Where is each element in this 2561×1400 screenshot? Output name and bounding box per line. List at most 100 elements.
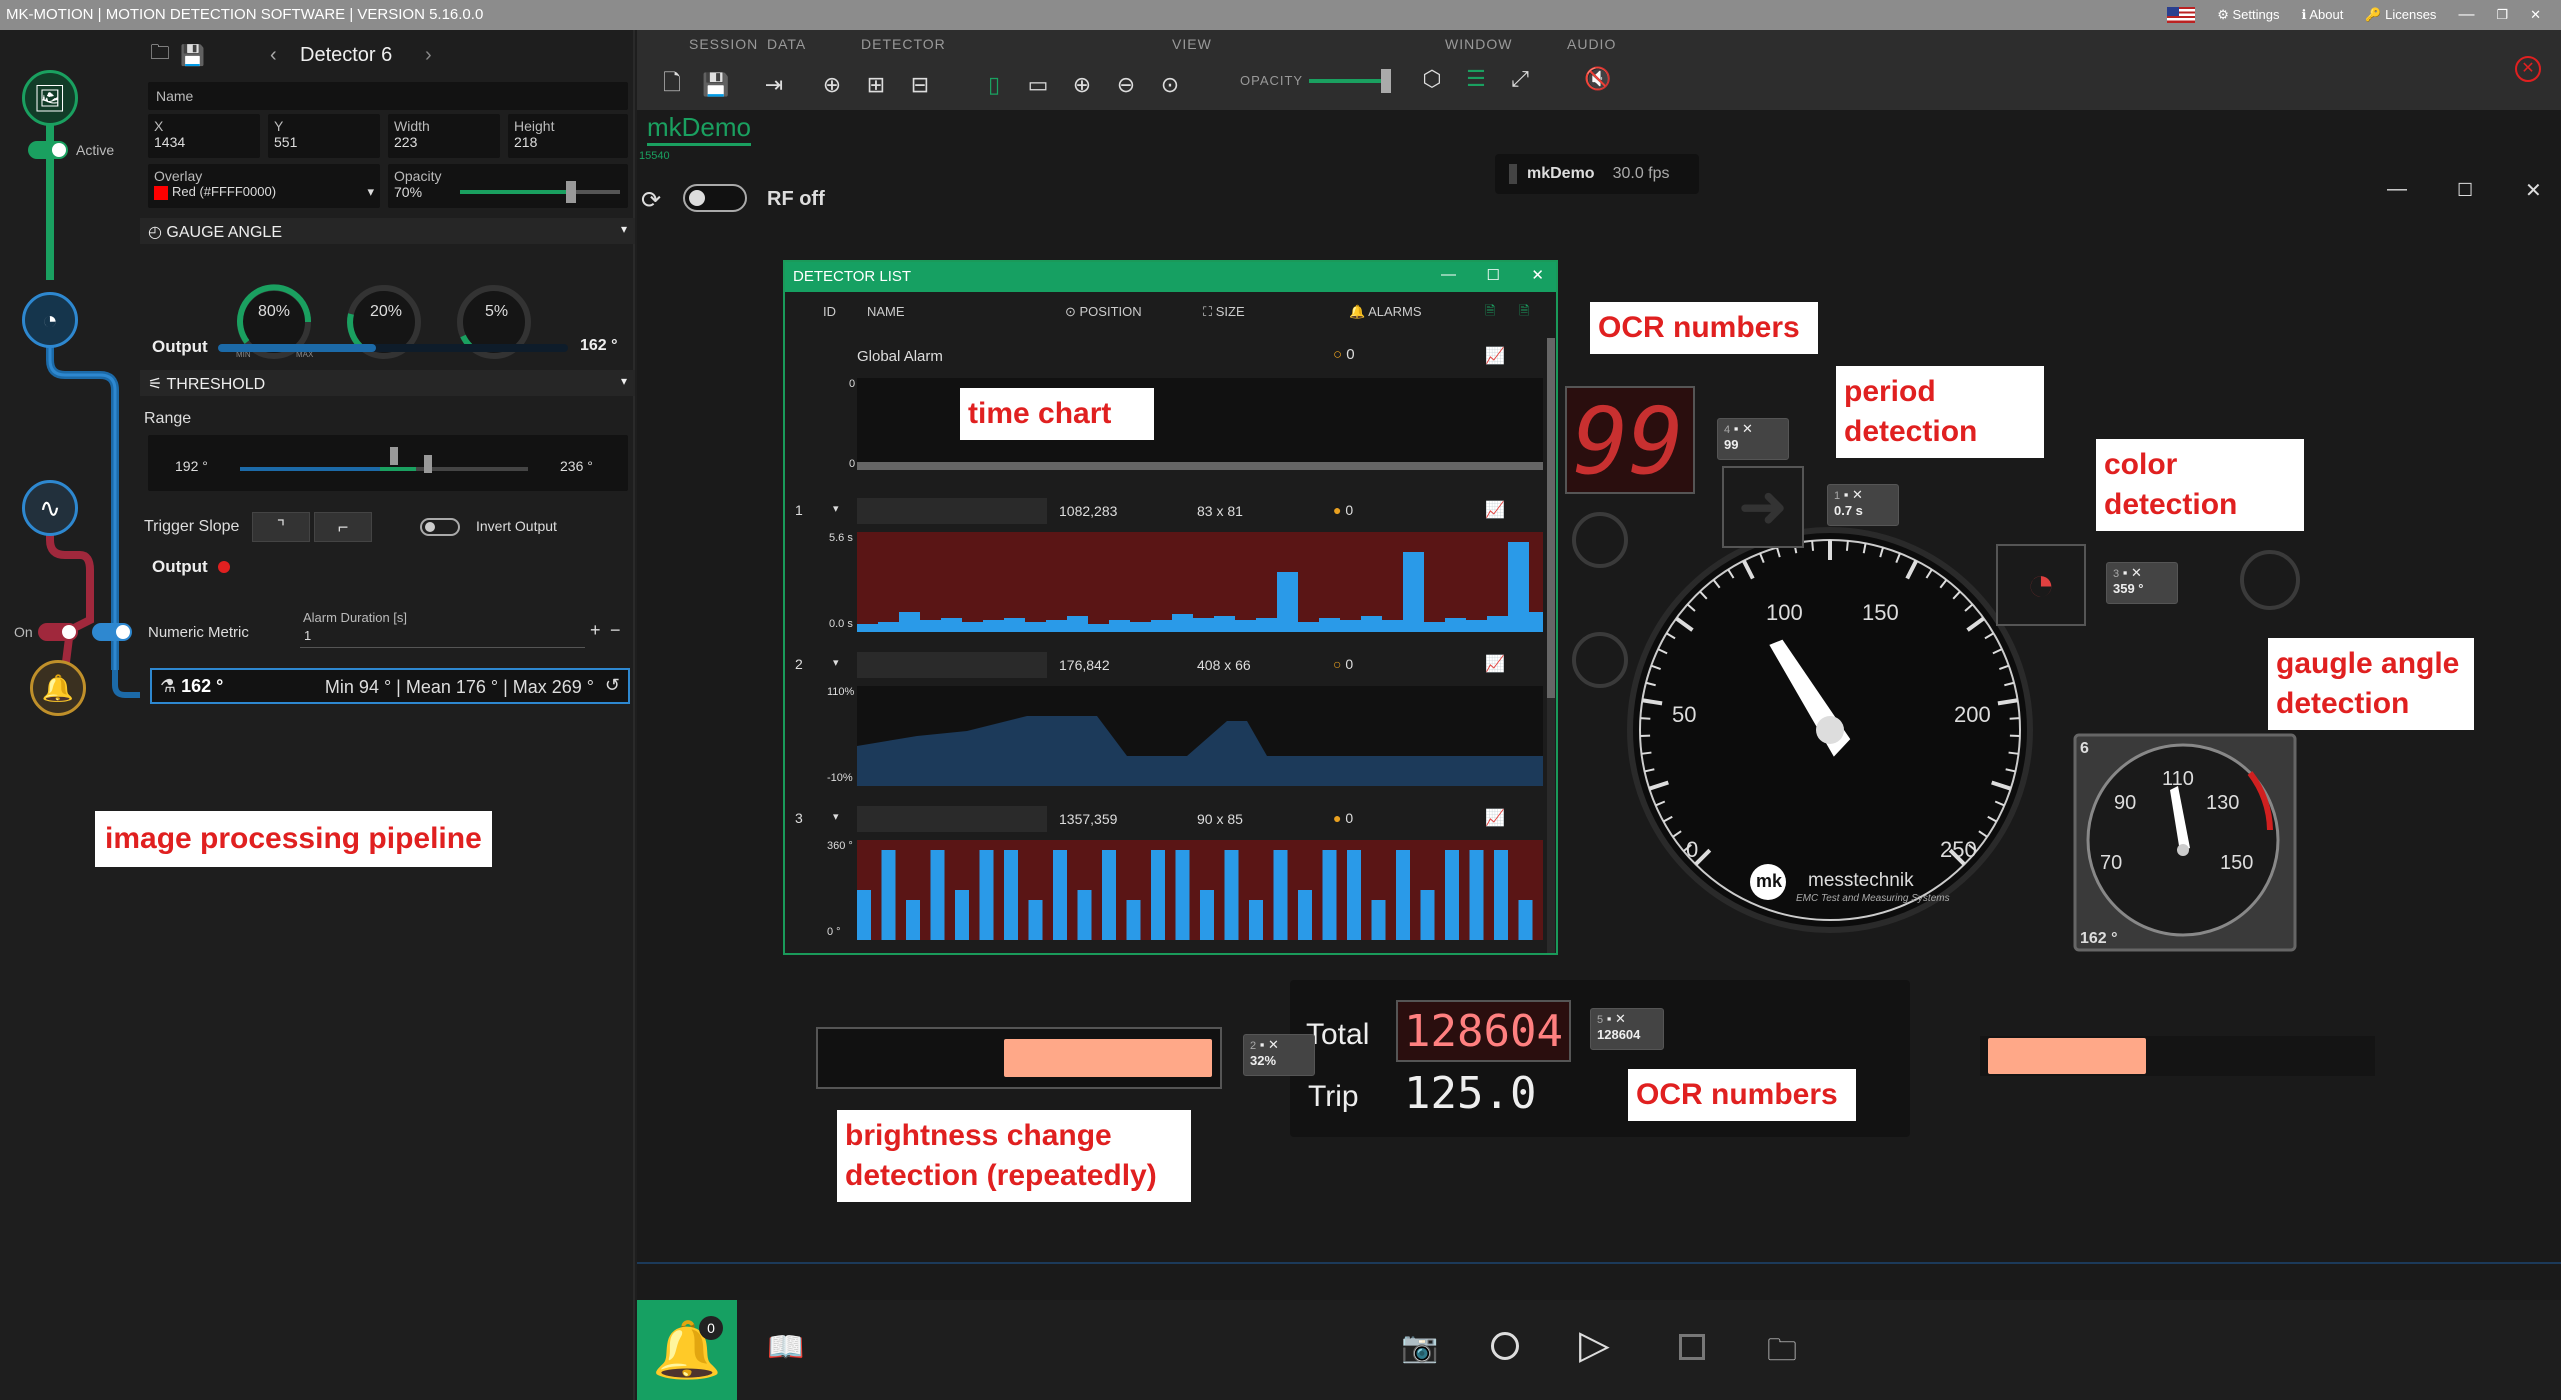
frame-counter: 15540: [639, 150, 670, 162]
book-icon[interactable]: 📖: [767, 1330, 804, 1365]
rf-toggle[interactable]: [683, 184, 747, 212]
row2-name-input[interactable]: [857, 652, 1047, 678]
threshold-header[interactable]: ⚟ THRESHOLD ▾: [140, 370, 635, 396]
detector-list-titlebar[interactable]: DETECTOR LIST — ☐ ✕: [785, 262, 1556, 292]
opacity-slider[interactable]: [460, 181, 620, 203]
3d-cube-icon[interactable]: ⬡: [1417, 66, 1447, 92]
export-all-icon[interactable]: 🗎: [1519, 302, 1529, 324]
zoom-in-icon[interactable]: ⊕: [1067, 72, 1097, 98]
x-field[interactable]: X 1434: [148, 114, 260, 158]
new-session-icon[interactable]: 🗋: [657, 66, 687, 104]
source-node-icon[interactable]: 🖼: [22, 70, 78, 126]
gauge-settings-dials[interactable]: [230, 278, 570, 368]
row3-expand-icon[interactable]: ▾: [833, 810, 839, 823]
overlay-select[interactable]: Overlay Red (#FFFF0000) ▾: [148, 164, 380, 208]
row2-chart-icon[interactable]: 📈: [1485, 654, 1505, 674]
reset-icon[interactable]: ↺: [605, 675, 620, 696]
range-slider[interactable]: [240, 447, 528, 473]
flag-icon[interactable]: [2167, 7, 2196, 23]
threshold-node-icon[interactable]: ∿: [22, 480, 78, 536]
row1-name-input[interactable]: [857, 498, 1047, 524]
video-close-icon[interactable]: ✕: [2525, 178, 2542, 203]
chart-icon[interactable]: 📈: [1485, 346, 1505, 366]
session-tab[interactable]: mkDemo: [647, 112, 752, 146]
zoom-out-icon[interactable]: ⊖: [1111, 72, 1141, 98]
about-button[interactable]: ℹ About: [2301, 7, 2343, 23]
save-icon[interactable]: 💾: [180, 43, 270, 68]
plus-icon[interactable]: +: [590, 620, 601, 641]
zoom-fit-icon[interactable]: ⊙: [1155, 72, 1185, 98]
close-icon[interactable]: ✕: [2131, 565, 2142, 580]
sidebar-view-icon[interactable]: ▯: [979, 72, 1009, 98]
panel-maximize-icon[interactable]: ☐: [1487, 266, 1500, 284]
alarm-node-icon[interactable]: 🔔: [30, 660, 86, 716]
row1-chart-icon[interactable]: 📈: [1485, 500, 1505, 520]
row3-size: 90 x 85: [1197, 811, 1243, 827]
play-icon[interactable]: ▷: [1579, 1322, 1610, 1368]
open-folder-icon[interactable]: 🗀: [1767, 1328, 1797, 1379]
badge-2[interactable]: 2 ▪ ✕ 32%: [1243, 1034, 1315, 1076]
collapse-icon[interactable]: ▾: [621, 222, 627, 236]
minus-icon[interactable]: −: [610, 620, 621, 641]
next-detector-icon[interactable]: ›: [425, 44, 432, 67]
collapse-icon[interactable]: ▾: [621, 374, 627, 388]
snapshot-icon[interactable]: 📷: [1401, 1330, 1438, 1365]
prev-detector-icon[interactable]: ‹: [270, 44, 300, 67]
close-icon[interactable]: ✕: [2530, 7, 2541, 23]
add-detector-icon[interactable]: ⊕: [817, 72, 847, 98]
row2-expand-icon[interactable]: ▾: [833, 656, 839, 669]
falling-slope-button[interactable]: ⌝: [252, 512, 310, 542]
list-icon[interactable]: ☰: [1461, 66, 1491, 92]
active-toggle[interactable]: [28, 141, 68, 159]
remove-detector-icon[interactable]: ⊟: [905, 72, 935, 98]
camera-chip[interactable]: mkDemo 30.0 fps: [1495, 154, 1699, 194]
close-icon[interactable]: ✕: [1742, 421, 1753, 436]
badge-4[interactable]: 4 ▪ ✕ 99: [1717, 418, 1789, 460]
invert-toggle[interactable]: [420, 518, 460, 536]
frame-view-icon[interactable]: ▭: [1023, 72, 1053, 98]
alarm-bell-button[interactable]: 🔔: [637, 1300, 737, 1400]
close-icon[interactable]: ✕: [1852, 487, 1863, 502]
close-session-icon[interactable]: ✕: [2515, 56, 2541, 82]
panel-minimize-icon[interactable]: —: [1441, 266, 1456, 283]
gauge-node-icon[interactable]: ◔: [22, 292, 78, 348]
mute-icon[interactable]: 🔇: [1583, 66, 1613, 92]
stop-icon[interactable]: [1679, 1334, 1705, 1360]
close-icon[interactable]: ✕: [1615, 1011, 1626, 1026]
minimize-icon[interactable]: —: [2458, 6, 2474, 24]
add-detector-grid-icon[interactable]: ⊞: [861, 72, 891, 98]
row3-bar: [979, 850, 994, 940]
alarm-toggle[interactable]: [38, 623, 78, 641]
row3-chart-icon[interactable]: 📈: [1485, 808, 1505, 828]
panel-close-icon[interactable]: ✕: [1531, 266, 1544, 284]
rising-slope-button[interactable]: ⌐: [314, 512, 372, 542]
export-csv-icon[interactable]: 🗎: [1485, 302, 1495, 324]
y-field[interactable]: Y 551: [268, 114, 380, 158]
save-session-icon[interactable]: 💾: [701, 72, 731, 98]
opacity-slider[interactable]: [1309, 69, 1391, 93]
settings-button[interactable]: ⚙ Settings: [2217, 7, 2279, 23]
badge-5[interactable]: 5 ▪ ✕ 128604: [1590, 1008, 1664, 1050]
refresh-icon[interactable]: ⟳: [641, 186, 661, 215]
gauge-angle-header[interactable]: ◴ GAUGE ANGLE ▾: [140, 218, 635, 244]
alarm-duration-input[interactable]: 1: [300, 626, 585, 648]
numeric-toggle[interactable]: [92, 623, 132, 641]
width-field[interactable]: Width 223: [388, 114, 500, 158]
row1-expand-icon[interactable]: ▾: [833, 502, 839, 515]
badge-3[interactable]: 3 ▪ ✕ 359 °: [2106, 562, 2178, 604]
folder-icon[interactable]: 🗀: [150, 38, 180, 72]
record-icon[interactable]: [1491, 1332, 1519, 1360]
video-minimize-icon[interactable]: —: [2387, 178, 2407, 201]
badge-1[interactable]: 1 ▪ ✕ 0.7 s: [1827, 484, 1899, 526]
video-maximize-icon[interactable]: ☐: [2457, 180, 2473, 201]
row3-name-input[interactable]: [857, 806, 1047, 832]
close-icon[interactable]: ✕: [1268, 1037, 1279, 1052]
export-icon[interactable]: ⇥: [759, 72, 789, 98]
opacity-field[interactable]: Opacity 70%: [388, 164, 628, 208]
licenses-button[interactable]: 🔑 Licenses: [2365, 7, 2436, 23]
fullscreen-icon[interactable]: ⤢: [1505, 66, 1535, 92]
restore-icon[interactable]: ❐: [2496, 7, 2508, 23]
detector-list-scrollbar[interactable]: [1547, 338, 1555, 953]
name-field[interactable]: Name: [148, 82, 628, 110]
height-field[interactable]: Height 218: [508, 114, 628, 158]
